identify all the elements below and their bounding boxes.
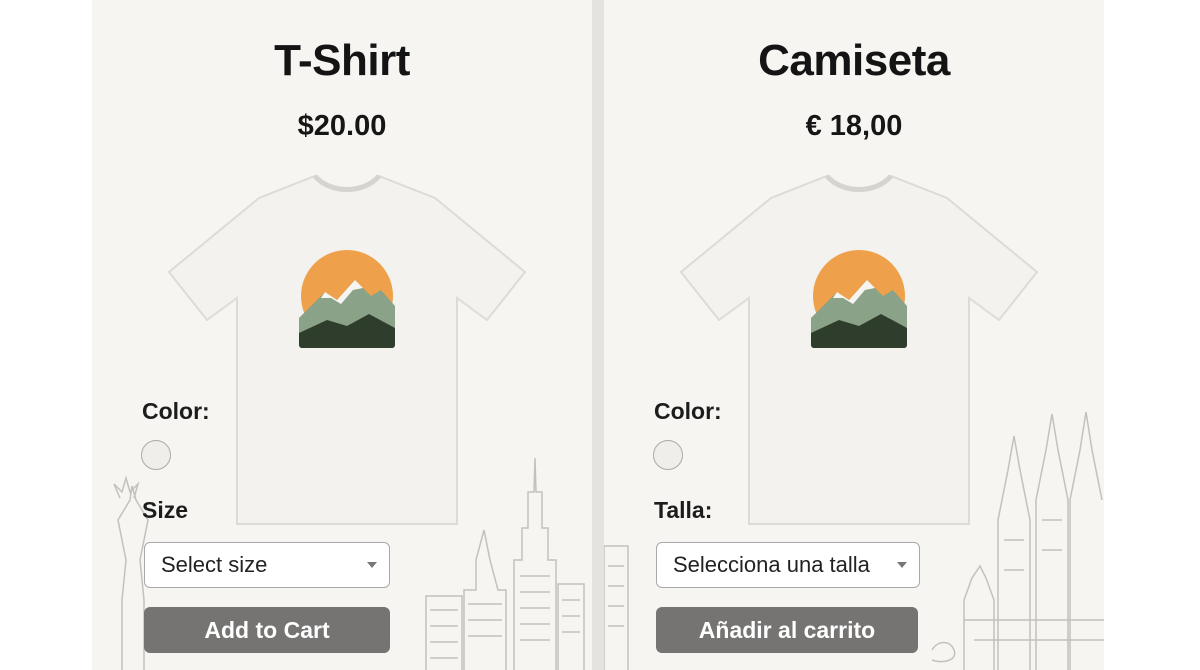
tshirt-product-image [677, 168, 1041, 528]
color-label: Color: [654, 398, 722, 424]
add-to-cart-button[interactable]: Añadir al carrito [656, 607, 918, 653]
product-title: T-Shirt [274, 36, 410, 85]
size-select-value: Select size [161, 552, 268, 577]
color-label: Color: [142, 398, 210, 424]
add-to-cart-button[interactable]: Add to Cart [144, 607, 390, 653]
size-select[interactable]: Select size [144, 542, 390, 588]
panel-divider [592, 0, 604, 670]
chevron-down-icon [367, 562, 377, 568]
product-price: € 18,00 [805, 110, 903, 142]
chevron-down-icon [897, 562, 907, 568]
product-title: Camiseta [758, 36, 950, 85]
size-label: Size [142, 497, 189, 523]
size-label: Talla: [654, 497, 713, 523]
size-select[interactable]: Selecciona una talla [656, 542, 920, 588]
spanish-product-panel: Camiseta € 18,00 Color: Talla: Seleccion… [604, 0, 1104, 670]
tshirt-product-image [165, 168, 529, 528]
size-select-value: Selecciona una talla [673, 552, 870, 577]
english-product-panel: T-Shirt $20.00 Color: Size Select size A… [92, 0, 592, 670]
color-swatch[interactable] [653, 440, 683, 470]
color-swatch[interactable] [141, 440, 171, 470]
product-price: $20.00 [297, 110, 387, 142]
